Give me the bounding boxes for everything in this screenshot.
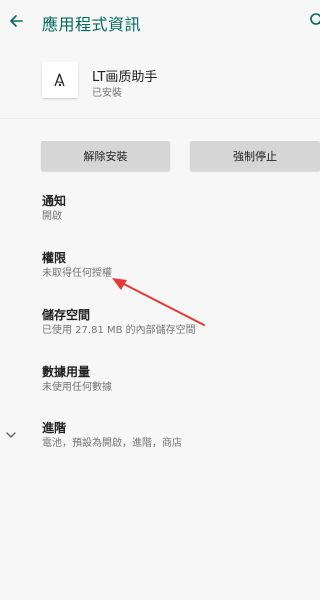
setting-subtitle: 電池，預設為開啟，進階，商店 [42, 438, 182, 449]
setting-subtitle: 開啟 [42, 211, 62, 222]
uninstall-button[interactable]: 解除安裝 [41, 141, 170, 171]
setting-title: 進階 [42, 421, 67, 435]
setting-subtitle: 已使用 27.81 MB 的內部儲存空間 [42, 325, 196, 336]
search-icon [310, 13, 320, 25]
setting-subtitle: 未取得任何授權 [42, 268, 112, 279]
back-button[interactable] [4, 9, 28, 33]
app-bar: 應用程式資訊 [0, 0, 320, 42]
divider [0, 118, 320, 119]
search-button[interactable] [308, 9, 320, 33]
force-stop-button[interactable]: 強制停止 [190, 141, 320, 171]
setting-title: 權限 [42, 251, 67, 265]
setting-permissions[interactable]: 權限 未取得任何授權 [42, 250, 112, 281]
chevron-down-icon[interactable] [4, 427, 18, 441]
setting-subtitle: 未使用任何數據 [42, 382, 112, 393]
setting-title: 數據用量 [42, 365, 91, 379]
setting-title: 儲存空間 [42, 308, 91, 322]
app-logo-icon [42, 62, 78, 98]
setting-title: 通知 [42, 194, 67, 208]
arrow-left-icon [10, 15, 23, 27]
app-header: LT画质助手 已安裝 [0, 42, 320, 118]
app-name: LT画质助手 [92, 70, 158, 85]
setting-data-usage[interactable]: 數據用量 未使用任何數據 [42, 364, 112, 395]
app-install-status: 已安裝 [92, 88, 122, 99]
setting-advanced[interactable]: 進階 電池，預設為開啟，進階，商店 [42, 420, 182, 451]
page-title: 應用程式資訊 [42, 15, 142, 34]
setting-storage[interactable]: 儲存空間 已使用 27.81 MB 的內部儲存空間 [42, 307, 196, 338]
setting-notifications[interactable]: 通知 開啟 [42, 193, 66, 224]
